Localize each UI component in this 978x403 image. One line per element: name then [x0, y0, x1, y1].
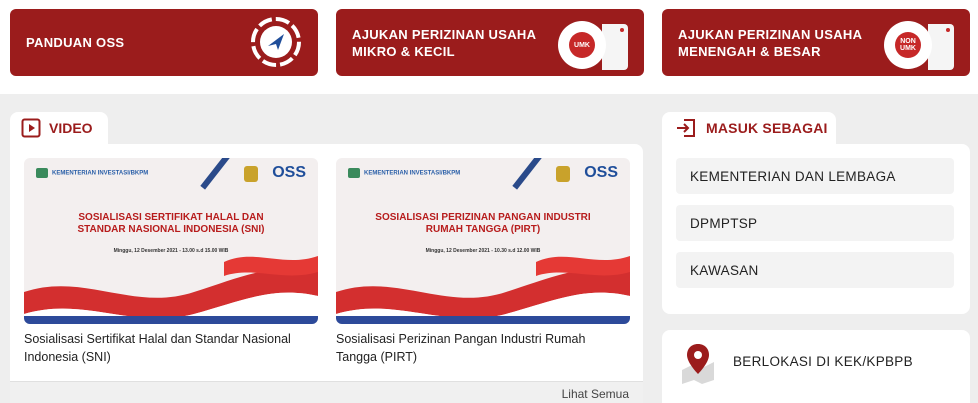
compass-icon: [251, 17, 301, 67]
video-footer: Lihat Semua: [10, 381, 643, 403]
oss-logo: OSS: [584, 164, 618, 181]
ministry-logo: KEMENTERIAN INVESTASI/BKPM: [348, 168, 460, 178]
thumbnail-title: SOSIALISASI SERTIFIKAT HALAL DAN STANDAR…: [77, 212, 265, 235]
ajukan-non-umk-button[interactable]: AJUKAN PERIZINAN USAHA MENENGAH & BESAR …: [662, 9, 970, 76]
login-option-kementerian[interactable]: KEMENTERIAN DAN LEMBAGA: [676, 158, 954, 194]
login-icon: [677, 119, 695, 137]
thumbnail-footer: [24, 316, 318, 324]
video-panel: KEMENTERIAN INVESTASI/BKPM OSS SOSIALISA…: [10, 144, 643, 403]
decor-stripe: [512, 158, 542, 190]
decor-stripe: [200, 158, 230, 190]
non-umk-badge: NON UMK: [884, 21, 932, 69]
login-tab: MASUK SEBAGAI: [662, 112, 836, 144]
flag-ribbon-icon: [336, 256, 630, 319]
video-caption-link[interactable]: Sosialisasi Sertifikat Halal dan Standar…: [24, 330, 314, 366]
ajukan-umk-label: AJUKAN PERIZINAN USAHA MIKRO & KECIL: [352, 26, 536, 59]
umk-badge: UMK: [558, 21, 606, 69]
non-umk-badge-text: NON UMK: [895, 32, 921, 58]
login-option-kawasan[interactable]: KAWASAN: [676, 252, 954, 288]
map-pin-icon: [682, 344, 714, 384]
kek-kpbpb-button[interactable]: BERLOKASI DI KEK/KPBPB: [662, 330, 970, 403]
panduan-oss-button[interactable]: PANDUAN OSS: [10, 9, 318, 76]
top-banner: PANDUAN OSS AJUKAN PERIZINAN USAHA MIKRO…: [0, 0, 978, 94]
kek-kpbpb-label: BERLOKASI DI KEK/KPBPB: [733, 354, 913, 369]
video-caption-link[interactable]: Sosialisasi Perizinan Pangan Industri Ru…: [336, 330, 626, 366]
oss-logo: OSS: [272, 164, 306, 181]
login-panel: KEMENTERIAN DAN LEMBAGA DPMPTSP KAWASAN: [662, 144, 970, 314]
video-thumbnail[interactable]: KEMENTERIAN INVESTASI/BKPM OSS SOSIALISA…: [24, 158, 318, 324]
umk-badge-text: UMK: [569, 32, 595, 58]
thumbnail-footer: [336, 316, 630, 324]
login-tab-label: MASUK SEBAGAI: [706, 120, 828, 136]
ajukan-non-umk-label: AJUKAN PERIZINAN USAHA MENENGAH & BESAR: [678, 26, 862, 59]
panduan-oss-label: PANDUAN OSS: [26, 35, 125, 50]
video-tab-label: VIDEO: [49, 120, 93, 136]
flag-ribbon-icon: [24, 256, 318, 319]
ajukan-umk-button[interactable]: AJUKAN PERIZINAN USAHA MIKRO & KECIL UMK: [336, 9, 644, 76]
video-thumbnail[interactable]: KEMENTERIAN INVESTASI/BKPM OSS SOSIALISA…: [336, 158, 630, 324]
video-tab: VIDEO: [10, 112, 108, 144]
lihat-semua-link[interactable]: Lihat Semua: [562, 387, 629, 401]
garuda-emblem-icon: [244, 166, 258, 182]
thumbnail-title: SOSIALISASI PERIZINAN PANGAN INDUSTRI RU…: [375, 212, 591, 235]
login-option-dpmptsp[interactable]: DPMPTSP: [676, 205, 954, 241]
play-icon: [21, 118, 41, 138]
garuda-emblem-icon: [556, 166, 570, 182]
ministry-logo: KEMENTERIAN INVESTASI/BKPM: [36, 168, 148, 178]
